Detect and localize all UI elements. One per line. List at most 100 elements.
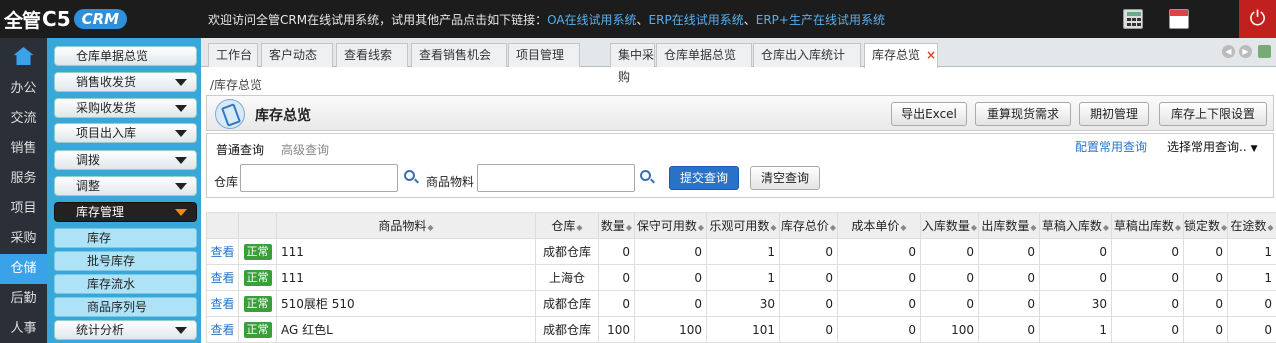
optimistic-cell: 1 bbox=[706, 264, 780, 291]
calculator-icon[interactable] bbox=[1123, 9, 1143, 29]
menu-statistics[interactable]: 统计分析 bbox=[54, 320, 197, 340]
col-header-conservative[interactable]: 保守可用数◆ bbox=[634, 212, 707, 239]
export-excel-button[interactable]: 导出Excel bbox=[891, 102, 967, 126]
warehouse-cell: 上海仓 bbox=[535, 264, 599, 291]
total-price-cell: 0 bbox=[779, 264, 838, 291]
nav-project[interactable]: 项目 bbox=[0, 194, 47, 224]
total-price-cell: 0 bbox=[779, 290, 838, 317]
menu-purchase-receipt[interactable]: 采购收发货 bbox=[54, 98, 197, 118]
home-icon[interactable] bbox=[0, 38, 47, 74]
col-header-optimistic[interactable]: 乐观可用数◆ bbox=[706, 212, 780, 239]
col-header-product[interactable]: 商品物料◆ bbox=[276, 212, 536, 239]
tab-view-opportunities[interactable]: 查看销售机会 bbox=[411, 43, 507, 67]
recalc-demand-button[interactable]: 重算现货需求 bbox=[975, 102, 1071, 126]
locked-cell: 0 bbox=[1183, 316, 1228, 343]
submit-query-button[interactable]: 提交查询 bbox=[669, 166, 739, 190]
tab-prev-icon[interactable]: ◀ bbox=[1222, 45, 1235, 58]
col-header-unit-cost[interactable]: 成本单价◆ bbox=[837, 212, 921, 239]
tab-warehouse-docs[interactable]: 仓库单据总览 bbox=[656, 43, 752, 67]
tab-project-management[interactable]: 项目管理 bbox=[508, 43, 580, 67]
total-price-cell: 0 bbox=[779, 238, 838, 265]
sort-icon: ◆ bbox=[697, 223, 705, 232]
tab-inventory-overview[interactable]: 库存总览 × bbox=[864, 43, 938, 68]
calendar-icon[interactable] bbox=[1169, 9, 1189, 29]
search-icon[interactable] bbox=[404, 170, 415, 181]
col-header-draft-out[interactable]: 草稿出库数◆ bbox=[1111, 212, 1184, 239]
nav-office[interactable]: 办公 bbox=[0, 74, 47, 104]
menu-sales-delivery[interactable]: 销售收发货 bbox=[54, 72, 197, 92]
clear-query-button[interactable]: 清空查询 bbox=[750, 166, 820, 190]
sort-icon: ◆ bbox=[1174, 223, 1182, 232]
power-icon[interactable]: ⏻ bbox=[1239, 0, 1276, 38]
menu-inventory-management[interactable]: 库存管理 bbox=[54, 202, 197, 222]
menu-warehouse-docs[interactable]: 仓库单据总览 bbox=[54, 46, 197, 66]
chevron-down-icon bbox=[175, 79, 187, 86]
submenu-inventory[interactable]: 库存 bbox=[54, 228, 197, 248]
erp-production-trial-link[interactable]: ERP+生产在线试用系统 bbox=[756, 13, 885, 27]
opening-balance-button[interactable]: 期初管理 bbox=[1079, 102, 1149, 126]
tab-normal-query[interactable]: 普通查询 bbox=[216, 141, 264, 158]
warehouse-input[interactable] bbox=[240, 164, 398, 192]
oa-trial-link[interactable]: OA在线试用系统 bbox=[547, 13, 636, 27]
view-link[interactable]: 查看 bbox=[206, 290, 239, 317]
top-bar: 全管 C5 CRM 欢迎访问全管CRM在线试用系统，试用其他产品点击如下链接：O… bbox=[0, 0, 1276, 38]
tab-customer-activity[interactable]: 客户动态 bbox=[261, 43, 333, 67]
search-icon[interactable] bbox=[640, 170, 651, 181]
col-header-warehouse[interactable]: 仓库◆ bbox=[535, 212, 599, 239]
tab-advanced-query[interactable]: 高级查询 bbox=[281, 141, 329, 158]
col-header-in-transit[interactable]: 在途数◆ bbox=[1227, 212, 1276, 239]
unit-cost-cell: 0 bbox=[837, 316, 921, 343]
locked-cell: 0 bbox=[1183, 290, 1228, 317]
tab-workbench[interactable]: 工作台 bbox=[208, 43, 258, 67]
status-badge: 正常 bbox=[243, 321, 272, 338]
saved-query-select[interactable]: 选择常用查询.. bbox=[1167, 138, 1258, 155]
status-cell: 正常 bbox=[238, 238, 277, 265]
nav-warehouse[interactable]: 仓储 bbox=[0, 254, 47, 284]
col-header-quantity[interactable]: 数量◆ bbox=[598, 212, 635, 239]
configure-query-link[interactable]: 配置常用查询 bbox=[1075, 138, 1147, 155]
submenu-serial-number[interactable]: 商品序列号 bbox=[54, 297, 197, 317]
quantity-cell: 0 bbox=[598, 290, 635, 317]
tab-warehouse-stats[interactable]: 仓库出入库统计 bbox=[753, 43, 861, 67]
submenu-inventory-flow[interactable]: 库存流水 bbox=[54, 274, 197, 294]
col-header-out-qty[interactable]: 出库数量◆ bbox=[978, 212, 1040, 239]
nav-hr[interactable]: 人事 bbox=[0, 314, 47, 343]
out-qty-cell: 0 bbox=[978, 238, 1040, 265]
menu-project-stock[interactable]: 项目出入库 bbox=[54, 123, 197, 143]
menu-adjust[interactable]: 调整 bbox=[54, 176, 197, 196]
tab-next-icon[interactable]: ▶ bbox=[1239, 45, 1252, 58]
nav-purchase[interactable]: 采购 bbox=[0, 224, 47, 254]
quantity-cell: 0 bbox=[598, 238, 635, 265]
sort-icon: ◆ bbox=[1030, 223, 1037, 232]
left-nav: 办公 交流 销售 服务 项目 采购 仓储 后勤 人事 bbox=[0, 38, 47, 343]
tab-grid-icon[interactable] bbox=[1258, 45, 1271, 58]
in-transit-cell: 1 bbox=[1227, 264, 1276, 291]
col-header-locked[interactable]: 锁定数◆ bbox=[1183, 212, 1228, 239]
nav-logistics[interactable]: 后勤 bbox=[0, 284, 47, 314]
chevron-down-icon bbox=[175, 105, 187, 112]
nav-service[interactable]: 服务 bbox=[0, 164, 47, 194]
stock-limit-button[interactable]: 库存上下限设置 bbox=[1159, 102, 1267, 126]
submenu-batch-inventory[interactable]: 批号库存 bbox=[54, 251, 197, 271]
col-header-in-qty[interactable]: 入库数量◆ bbox=[920, 212, 979, 239]
close-icon[interactable]: × bbox=[926, 48, 936, 62]
draft-in-cell: 30 bbox=[1039, 290, 1112, 317]
draft-in-cell: 0 bbox=[1039, 264, 1112, 291]
product-input[interactable] bbox=[477, 164, 635, 192]
col-header bbox=[206, 212, 239, 239]
view-link[interactable]: 查看 bbox=[206, 238, 239, 265]
nav-communication[interactable]: 交流 bbox=[0, 104, 47, 134]
logo[interactable]: 全管 C5 CRM bbox=[4, 6, 128, 32]
erp-trial-link[interactable]: ERP在线试用系统 bbox=[649, 13, 744, 27]
col-header-total-price[interactable]: 库存总价◆ bbox=[779, 212, 838, 239]
view-link[interactable]: 查看 bbox=[206, 264, 239, 291]
optimistic-cell: 101 bbox=[706, 316, 780, 343]
col-header-draft-in[interactable]: 草稿入库数◆ bbox=[1039, 212, 1112, 239]
table-header-row: 商品物料◆ 仓库◆ 数量◆ 保守可用数◆ 乐观可用数◆ 库存总价◆ 成本单价◆ … bbox=[206, 212, 1276, 239]
menu-transfer[interactable]: 调拨 bbox=[54, 150, 197, 170]
nav-sales[interactable]: 销售 bbox=[0, 134, 47, 164]
view-link[interactable]: 查看 bbox=[206, 316, 239, 343]
chevron-down-icon bbox=[175, 157, 187, 164]
tab-central-purchasing[interactable]: 集中采购 bbox=[610, 43, 655, 84]
tab-view-leads[interactable]: 查看线索 bbox=[336, 43, 408, 67]
